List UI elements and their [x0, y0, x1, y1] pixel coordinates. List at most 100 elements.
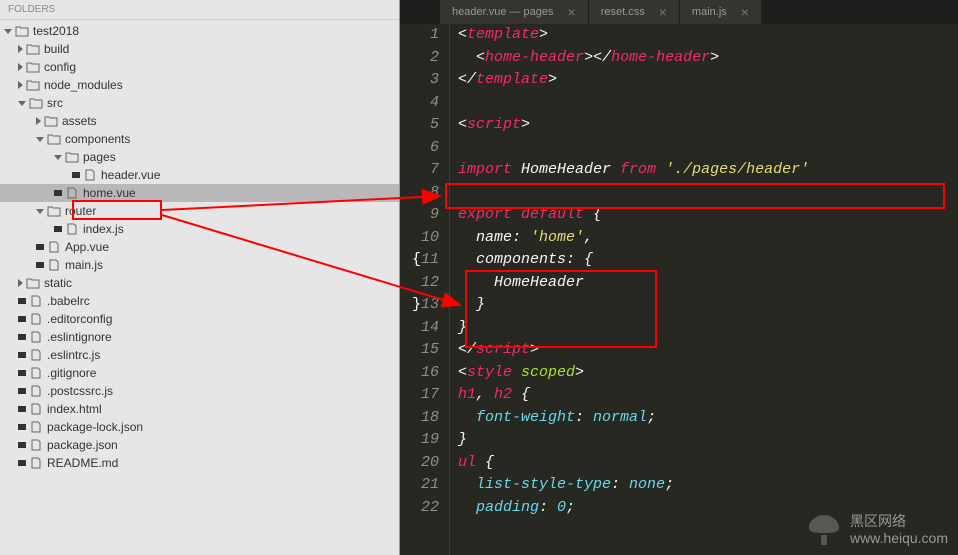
mushroom-icon [804, 510, 844, 550]
tree-label: main.js [65, 258, 103, 272]
tree-file-index-html[interactable]: index.html [0, 400, 399, 418]
tree-folder-router[interactable]: router [0, 202, 399, 220]
tree-file-eslintrc[interactable]: .eslintrc.js [0, 346, 399, 364]
tree-folder-static[interactable]: static [0, 274, 399, 292]
tree-label: .postcssrc.js [47, 384, 113, 398]
folder-icon [29, 97, 43, 109]
tree-label: package.json [47, 438, 118, 452]
file-tree: test2018 build config node_modules src a… [0, 20, 399, 474]
tree-label: index.html [47, 402, 102, 416]
tab-main-js[interactable]: main.js × [680, 0, 762, 24]
tree-folder-build[interactable]: build [0, 40, 399, 58]
tree-file-home-vue[interactable]: home.vue [0, 184, 399, 202]
tree-file-readme[interactable]: README.md [0, 454, 399, 472]
tree-label: .babelrc [47, 294, 90, 308]
folder-icon [47, 133, 61, 145]
tree-file-eslintignore[interactable]: .eslintignore [0, 328, 399, 346]
tree-label: build [44, 42, 69, 56]
tree-file-editorconfig[interactable]: .editorconfig [0, 310, 399, 328]
tab-reset-css[interactable]: reset.css × [589, 0, 680, 24]
folder-icon [65, 151, 79, 163]
tree-folder-pages[interactable]: pages [0, 148, 399, 166]
file-icon [47, 241, 61, 253]
file-icon [29, 295, 43, 307]
file-icon [29, 367, 43, 379]
tree-folder-src[interactable]: src [0, 94, 399, 112]
file-icon [65, 223, 79, 235]
tree-file-header-vue[interactable]: header.vue [0, 166, 399, 184]
tree-label: home.vue [83, 186, 136, 200]
folder-icon [15, 25, 29, 37]
file-icon [65, 187, 79, 199]
tree-label: .eslintignore [47, 330, 112, 344]
tree-label: .editorconfig [47, 312, 112, 326]
tree-label: assets [62, 114, 97, 128]
tree-file-app-vue[interactable]: App.vue [0, 238, 399, 256]
chevron-right-icon [18, 45, 23, 53]
file-icon [29, 403, 43, 415]
tree-label: node_modules [44, 78, 123, 92]
close-icon[interactable]: × [659, 4, 667, 20]
close-icon[interactable]: × [568, 4, 576, 20]
tree-label: config [44, 60, 76, 74]
chevron-down-icon [36, 137, 44, 142]
file-icon [29, 457, 43, 469]
editor: header.vue — pages× reset.css× main.js× … [400, 0, 958, 555]
tree-file-gitignore[interactable]: .gitignore [0, 364, 399, 382]
tree-file-package-json[interactable]: package.json [0, 436, 399, 454]
tab-label: main.js [692, 6, 727, 18]
file-icon [29, 439, 43, 451]
file-icon [83, 169, 97, 181]
folder-icon [26, 43, 40, 55]
chevron-down-icon [4, 29, 12, 34]
tree-file-main-js[interactable]: main.js [0, 256, 399, 274]
close-icon[interactable]: × [741, 4, 749, 20]
chevron-right-icon [18, 63, 23, 71]
tree-folder-node-modules[interactable]: node_modules [0, 76, 399, 94]
file-icon [29, 349, 43, 361]
watermark-title: 黑区网络 [850, 513, 948, 530]
tree-file-index-js[interactable]: index.js [0, 220, 399, 238]
folders-header: FOLDERS [0, 0, 399, 20]
tree-label: package-lock.json [47, 420, 143, 434]
tab-label: reset.css [601, 6, 645, 18]
tree-label: static [44, 276, 72, 290]
tab-header-vue[interactable]: header.vue — pages × [440, 0, 589, 24]
chevron-down-icon [18, 101, 26, 106]
folder-icon [26, 79, 40, 91]
chevron-right-icon [18, 81, 23, 89]
code-content[interactable]: <template> <home-header></home-header> <… [450, 24, 958, 555]
code-area[interactable]: 12345678910{1112}13141516171819202122 <t… [400, 24, 958, 555]
tree-folder-components[interactable]: components [0, 130, 399, 148]
tree-folder-root[interactable]: test2018 [0, 22, 399, 40]
folder-icon [47, 205, 61, 217]
folder-icon [44, 115, 58, 127]
tree-label: header.vue [101, 168, 160, 182]
file-icon [29, 421, 43, 433]
file-icon [29, 331, 43, 343]
file-icon [47, 259, 61, 271]
tree-label: index.js [83, 222, 124, 236]
tree-label: components [65, 132, 130, 146]
chevron-down-icon [54, 155, 62, 160]
folder-icon [26, 277, 40, 289]
annotation-selection-box [72, 200, 162, 220]
gutter: 12345678910{1112}13141516171819202122 [400, 24, 450, 555]
tree-folder-config[interactable]: config [0, 58, 399, 76]
tree-file-package-lock[interactable]: package-lock.json [0, 418, 399, 436]
tree-label: src [47, 96, 63, 110]
watermark: 黑区网络 www.heiqu.com [804, 510, 948, 550]
watermark-url: www.heiqu.com [850, 530, 948, 547]
file-icon [29, 313, 43, 325]
tree-file-postcssrc[interactable]: .postcssrc.js [0, 382, 399, 400]
chevron-right-icon [36, 117, 41, 125]
tree-label: README.md [47, 456, 118, 470]
tree-file-babelrc[interactable]: .babelrc [0, 292, 399, 310]
tab-bar: header.vue — pages × reset.css × main.js × [400, 0, 958, 24]
tree-label: test2018 [33, 24, 79, 38]
tab-label: header.vue — pages [452, 6, 554, 18]
sidebar: FOLDERS test2018 build config node_modul… [0, 0, 400, 555]
tree-folder-assets[interactable]: assets [0, 112, 399, 130]
folder-icon [26, 61, 40, 73]
tree-label: pages [83, 150, 116, 164]
